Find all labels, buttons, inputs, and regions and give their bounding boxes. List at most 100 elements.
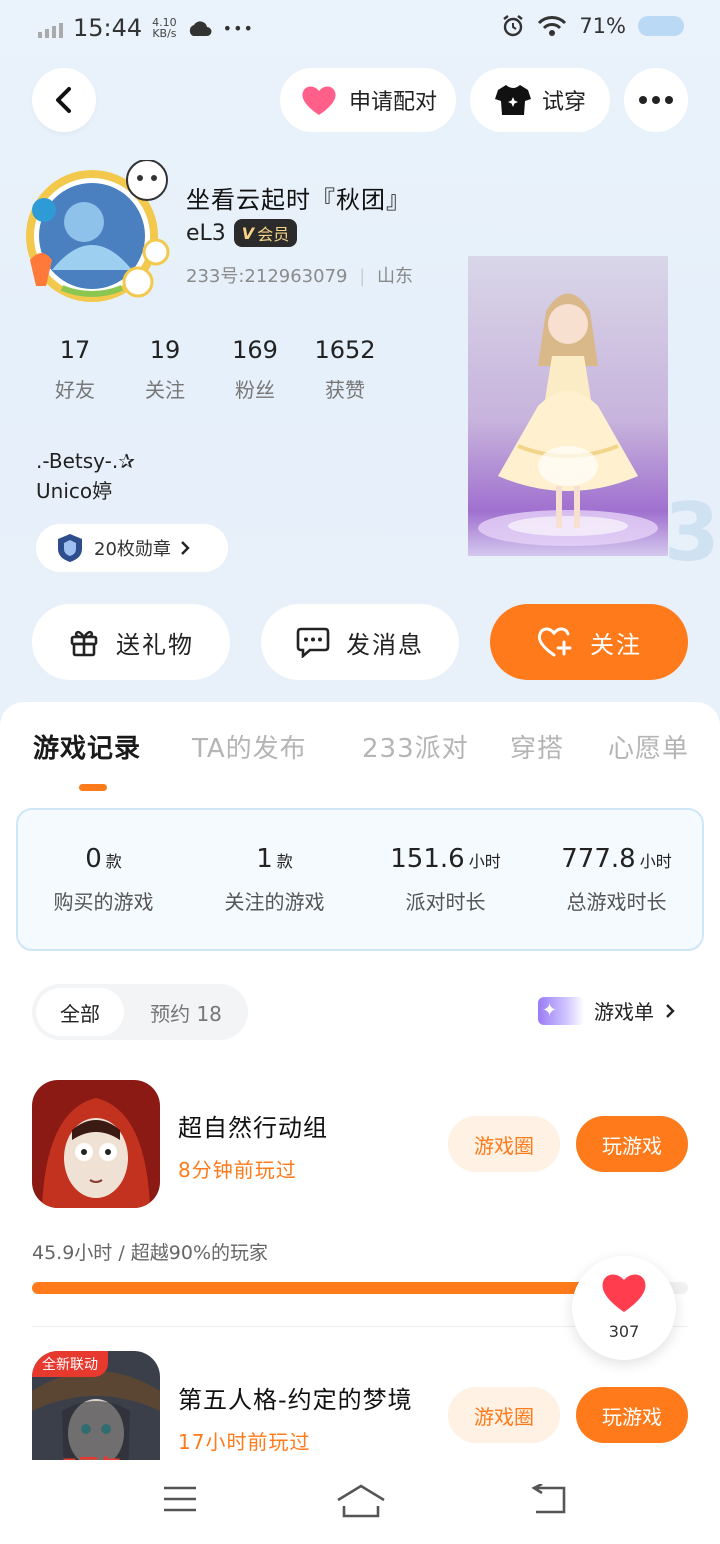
user-id: 233号:212963079	[186, 266, 348, 287]
game-filter: 全部 预约 18	[32, 984, 248, 1040]
chevron-right-icon	[666, 1003, 675, 1018]
game-icon[interactable]: 7周年 全新联动	[32, 1351, 160, 1460]
summary-label: 总游戏时长	[566, 890, 667, 914]
more-notifications: •••	[222, 18, 254, 38]
tab-indicator	[79, 784, 107, 791]
back-arrow-icon	[56, 87, 71, 113]
play-game-button[interactable]: 玩游戏	[576, 1116, 688, 1172]
alarm-icon	[503, 15, 524, 37]
stat-fans[interactable]: 169 粉丝	[210, 336, 300, 403]
profile-tabs: 游戏记录 TA的发布 233派对 穿搭 心愿单	[0, 728, 720, 768]
like-count: 307	[608, 1322, 640, 1341]
summary-value: 777.8	[561, 844, 636, 874]
request-match-button[interactable]: 申请配对	[280, 68, 456, 132]
summary-unit: 小时	[468, 852, 501, 871]
game-circle-button[interactable]: 游戏圈	[448, 1387, 560, 1443]
game-list-label: 游戏单	[594, 1000, 654, 1024]
game-icon[interactable]	[32, 1080, 160, 1208]
send-gift-label: 送礼物	[116, 630, 194, 659]
back-button[interactable]	[32, 68, 96, 132]
game-title[interactable]: 第五人格-约定的梦境	[178, 1380, 413, 1415]
stat-label: 好友	[55, 378, 95, 402]
heart-icon	[302, 86, 336, 115]
back-nav-icon[interactable]	[530, 1484, 568, 1514]
sparkle-icon: ✦	[538, 996, 584, 1025]
chevron-right-icon	[181, 541, 190, 555]
stat-likes[interactable]: 1652 获赞	[300, 336, 390, 403]
stat-value: 19	[149, 336, 181, 364]
stat-label: 获赞	[325, 378, 365, 402]
summary-value: 1	[256, 844, 273, 874]
last-played: 8分钟前玩过	[178, 1158, 297, 1182]
follow-label: 关注	[590, 630, 642, 659]
profile-stats: 17 好友 19 关注 169 粉丝 1652 获赞	[30, 336, 390, 403]
character-outfit-preview[interactable]	[468, 256, 668, 556]
play-game-button[interactable]: 玩游戏	[576, 1387, 688, 1443]
menu-icon[interactable]	[162, 1484, 198, 1514]
signal-icon	[38, 18, 63, 38]
follow-button[interactable]: 关注	[490, 604, 688, 680]
home-icon[interactable]	[336, 1484, 386, 1518]
send-gift-button[interactable]: 送礼物	[32, 604, 230, 680]
progress-fill	[32, 1282, 623, 1294]
vip-label: 会员	[257, 225, 290, 244]
send-message-button[interactable]: 发消息	[261, 604, 459, 680]
stat-value: 17	[59, 336, 91, 364]
try-on-label: 试穿	[541, 90, 586, 115]
tab-game-records[interactable]: 游戏记录	[33, 728, 141, 765]
summary-party-time[interactable]: 151.6 小时 派对时长	[360, 810, 531, 949]
bio-line-1: .-Betsy-.✰	[36, 449, 135, 473]
summary-followed[interactable]: 1 款关注的游戏	[189, 810, 360, 949]
summary-total-time[interactable]: 777.8 小时总游戏时长	[531, 810, 702, 949]
gift-icon	[70, 630, 98, 657]
bio-line-2: Unico婷	[36, 479, 113, 503]
like-button[interactable]: 307	[572, 1256, 676, 1360]
tshirt-icon	[494, 85, 531, 115]
wifi-icon	[538, 16, 567, 36]
send-message-label: 发消息	[346, 630, 424, 659]
region: 山东	[377, 266, 414, 287]
stat-following[interactable]: 19 关注	[120, 336, 210, 403]
vip-badge[interactable]: V 会员	[233, 219, 298, 247]
battery-icon	[638, 16, 684, 36]
avatar[interactable]	[22, 159, 170, 308]
user-id-row: 233号:212963079 | 山东	[186, 266, 414, 287]
tab-wishlist[interactable]: 心愿单	[608, 728, 689, 765]
try-on-button[interactable]: 试穿	[470, 68, 610, 132]
profile-name: 坐看云起时『秋团』	[186, 186, 411, 214]
stat-friends[interactable]: 17 好友	[30, 336, 120, 403]
request-match-label: 申请配对	[348, 90, 437, 115]
heart-plus-icon	[537, 627, 572, 657]
summary-purchased[interactable]: 0 款购买的游戏	[18, 810, 189, 949]
tab-posts[interactable]: TA的发布	[192, 728, 307, 765]
filter-reserved[interactable]: 预约 18	[128, 988, 244, 1036]
new-collab-tag: 全新联动	[32, 1351, 108, 1377]
clock: 15:44	[73, 14, 143, 42]
tab-outfits[interactable]: 穿搭	[510, 728, 564, 765]
system-nav-bar	[0, 1460, 720, 1544]
background-decoration: 3	[664, 486, 720, 579]
level-row: eL3 V 会员	[186, 219, 298, 247]
network-speed: 4.10 KB/s	[152, 16, 177, 40]
bio: .-Betsy-.✰ Unico婷	[36, 446, 135, 506]
badges-label: 20枚勋章	[94, 539, 171, 560]
badges-button[interactable]: 20枚勋章	[36, 524, 228, 572]
status-bar: 15:44 4.10 KB/s ••• 71%	[0, 0, 720, 60]
more-options-button[interactable]	[624, 68, 688, 132]
summary-unit: 款	[276, 852, 293, 871]
filter-all[interactable]: 全部	[36, 988, 124, 1036]
stat-value: 169	[232, 336, 278, 364]
message-icon	[296, 627, 330, 658]
tab-party[interactable]: 233派对	[362, 728, 469, 765]
battery-percent: 71%	[579, 14, 626, 38]
stat-label: 粉丝	[235, 378, 275, 402]
cloud-icon	[189, 21, 212, 36]
game-title[interactable]: 超自然行动组	[178, 1108, 328, 1143]
game-circle-button[interactable]: 游戏圈	[448, 1116, 560, 1172]
stat-label: 关注	[145, 378, 185, 402]
summary-unit: 小时	[639, 852, 672, 871]
summary-label: 派对时长	[405, 890, 486, 914]
summary-value: 0	[85, 844, 102, 874]
game-list-link[interactable]: ✦ 游戏单	[538, 996, 676, 1025]
heart-icon	[602, 1274, 646, 1312]
